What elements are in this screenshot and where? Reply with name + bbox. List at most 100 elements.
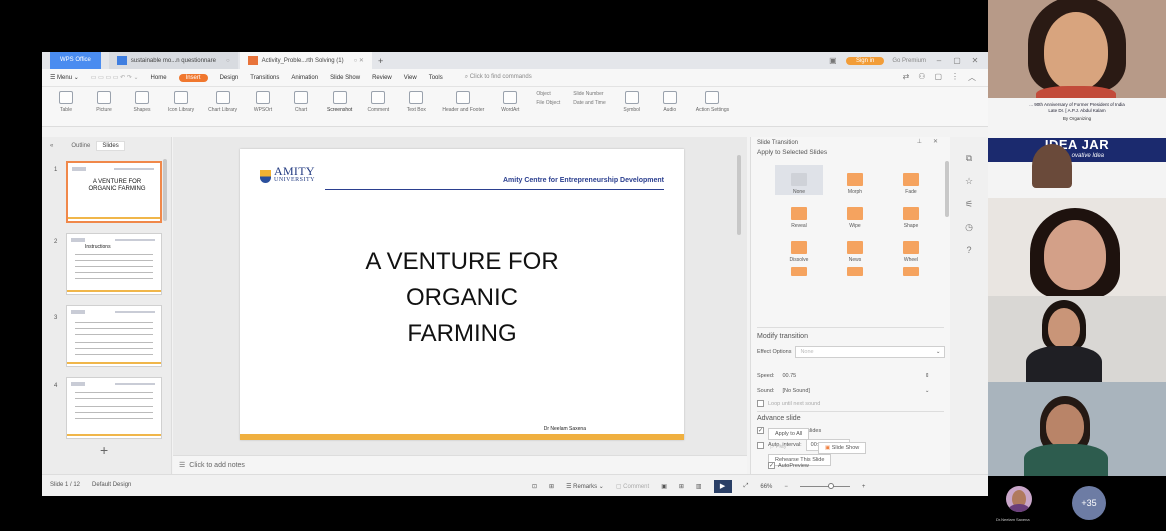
participant-video-tile[interactable] [988, 382, 1166, 476]
current-slide[interactable]: AMITY UNIVERSITY Amity Centre for Entrep… [240, 149, 684, 440]
slide-thumbnail[interactable]: Instructions [66, 233, 162, 295]
slide-title[interactable]: A VENTURE FOR ORGANIC FARMING [280, 244, 644, 352]
file-object-button[interactable]: File Object [536, 100, 560, 106]
close-tab-icon[interactable]: ○ [226, 58, 230, 64]
slide-number-button[interactable]: Slide Number [573, 91, 606, 97]
auto-interval-checkbox[interactable] [757, 441, 764, 449]
chart-library-button[interactable]: Chart Library [208, 91, 237, 113]
layout-icon[interactable]: ▣ [828, 56, 838, 65]
date-time-button[interactable]: Date and Time [573, 100, 606, 106]
best-fit-icon[interactable]: ⤢ [744, 483, 749, 490]
wpsart-button[interactable]: WPSOrt [251, 91, 275, 113]
transition-wheel[interactable]: Wheel [887, 233, 935, 263]
help-tool-icon[interactable]: ? [966, 245, 971, 255]
close-window-icon[interactable]: ✕ [970, 56, 980, 65]
collapse-ribbon-icon[interactable]: ︿ [968, 72, 976, 83]
autopreview-checkbox[interactable]: ✓ [768, 462, 775, 469]
tab-insert[interactable]: Insert [178, 73, 208, 82]
audio-button[interactable]: Audio [658, 91, 682, 113]
collapse-panel-icon[interactable]: « [50, 143, 53, 149]
transition-morph[interactable]: Morph [831, 165, 879, 195]
tab-view[interactable]: View [404, 75, 417, 81]
gallery-scrollbar[interactable] [945, 161, 949, 217]
play-slideshow-button[interactable]: ▶ [713, 480, 732, 493]
shapes-button[interactable]: Shapes [130, 91, 154, 113]
history-tool-icon[interactable]: ◷ [965, 222, 973, 233]
slide-thumbnail[interactable] [66, 305, 162, 367]
table-button[interactable]: Table [54, 91, 78, 113]
transition-dissolve[interactable]: Dissolve [775, 233, 823, 263]
quick-access-icons[interactable]: ▭ ▭ ▭ ▭ ↶ ↷ ⌄ [91, 74, 139, 81]
transition-fade[interactable]: Fade [887, 165, 935, 195]
zoom-slider-knob[interactable] [827, 483, 834, 489]
comment-button[interactable]: Comment [366, 91, 390, 113]
canvas-scrollbar[interactable] [737, 155, 741, 235]
tab-slide-show[interactable]: Slide Show [330, 75, 360, 81]
tab-home[interactable]: Home [151, 75, 167, 81]
object-button[interactable]: Object [536, 91, 560, 97]
close-tab-icon[interactable]: ○ ✕ [354, 57, 364, 64]
shared-poster-tile[interactable]: ... 90th Anniversary of Former President… [988, 98, 1166, 198]
effect-options-select[interactable]: None ⌄ [795, 346, 946, 358]
more-participants-button[interactable]: +35 [1072, 486, 1106, 520]
transition-more-1[interactable] [775, 267, 823, 279]
pin-icon[interactable]: ⊥ [917, 138, 922, 145]
tab-review[interactable]: Review [372, 75, 392, 81]
avatar[interactable] [1006, 486, 1032, 512]
slide-thumbnail[interactable] [66, 377, 162, 439]
zoom-out-icon[interactable]: − [784, 484, 788, 490]
text-box-button[interactable]: Text Box [404, 91, 428, 113]
normal-view-icon[interactable]: ▣ [661, 483, 667, 490]
notes-pane[interactable]: ☰ Click to add notes [173, 455, 747, 474]
chart-button[interactable]: Chart [289, 91, 313, 113]
fit-icon[interactable]: ⊡ [532, 483, 537, 490]
transition-news[interactable]: News [831, 233, 879, 263]
picture-button[interactable]: Picture [92, 91, 116, 113]
slide-thumbnail[interactable]: A VENTURE FOR ORGANIC FARMING [66, 161, 162, 223]
comment-icon[interactable]: ▢ [934, 72, 942, 83]
apply-to-all-button[interactable]: Apply to All [768, 428, 810, 440]
design-name[interactable]: Default Design [92, 482, 131, 488]
transition-more-2[interactable] [831, 267, 879, 279]
slide-show-button[interactable]: ▣ Slide Show [818, 442, 867, 454]
tab-animation[interactable]: Animation [291, 75, 318, 81]
zoom-slider[interactable] [799, 483, 850, 489]
participant-video-tile[interactable] [988, 296, 1166, 382]
slide-sorter-icon[interactable]: ⊞ [679, 483, 684, 490]
tab-slides[interactable]: Slides [96, 141, 125, 151]
comment-toggle[interactable]: ▢ Comment [616, 483, 649, 490]
animation-tool-icon[interactable]: ☆ [965, 176, 973, 187]
collaborate-icon[interactable]: ⚇ [918, 72, 925, 83]
play-button[interactable]: ▷ Play [770, 444, 786, 450]
screenshot-button[interactable]: Screenshot [327, 91, 352, 113]
transition-wipe[interactable]: Wipe [831, 199, 879, 229]
go-premium-link[interactable]: Go Premium [892, 58, 926, 64]
close-pane-icon[interactable]: ✕ [933, 138, 938, 145]
loop-checkbox[interactable] [757, 400, 764, 407]
tab-design[interactable]: Design [220, 75, 239, 81]
speed-spinner[interactable]: 00.75 ⇕ [778, 370, 933, 382]
remarks-toggle[interactable]: ☰ Remarks ⌄ [566, 483, 604, 490]
transition-shape[interactable]: Shape [887, 199, 935, 229]
add-slide-button[interactable]: + [100, 442, 108, 458]
zoom-level[interactable]: 66% [760, 484, 772, 490]
wordart-button[interactable]: WordArt [498, 91, 522, 113]
on-click-checkbox[interactable]: ✓ [757, 427, 764, 434]
find-commands-search[interactable]: ⌕ Click to find commands [465, 74, 532, 81]
share-icon[interactable]: ⇄ [903, 72, 910, 83]
tab-tools[interactable]: Tools [429, 75, 443, 81]
action-settings-button[interactable]: Action Settings [696, 91, 729, 113]
transition-more-3[interactable] [887, 267, 935, 279]
sound-select[interactable]: [No Sound] ⌄ [778, 385, 933, 397]
more-icon[interactable]: ⋮ [951, 72, 959, 83]
header-footer-button[interactable]: Header and Footer [442, 91, 484, 113]
protect-icon[interactable]: ⊞ [549, 483, 554, 490]
reading-view-icon[interactable]: ▥ [696, 483, 702, 490]
participant-video-tile[interactable] [988, 0, 1166, 98]
properties-tool-icon[interactable]: ⚟ [965, 199, 973, 210]
transition-none[interactable]: None [775, 165, 823, 195]
minimize-icon[interactable]: – [934, 56, 944, 65]
slide-transition-tool-icon[interactable]: ⧉ [966, 153, 972, 164]
tab-document-questionnaire[interactable]: sustainable mo...n questionnare ○ [108, 52, 238, 69]
new-tab-button[interactable]: + [378, 56, 383, 66]
